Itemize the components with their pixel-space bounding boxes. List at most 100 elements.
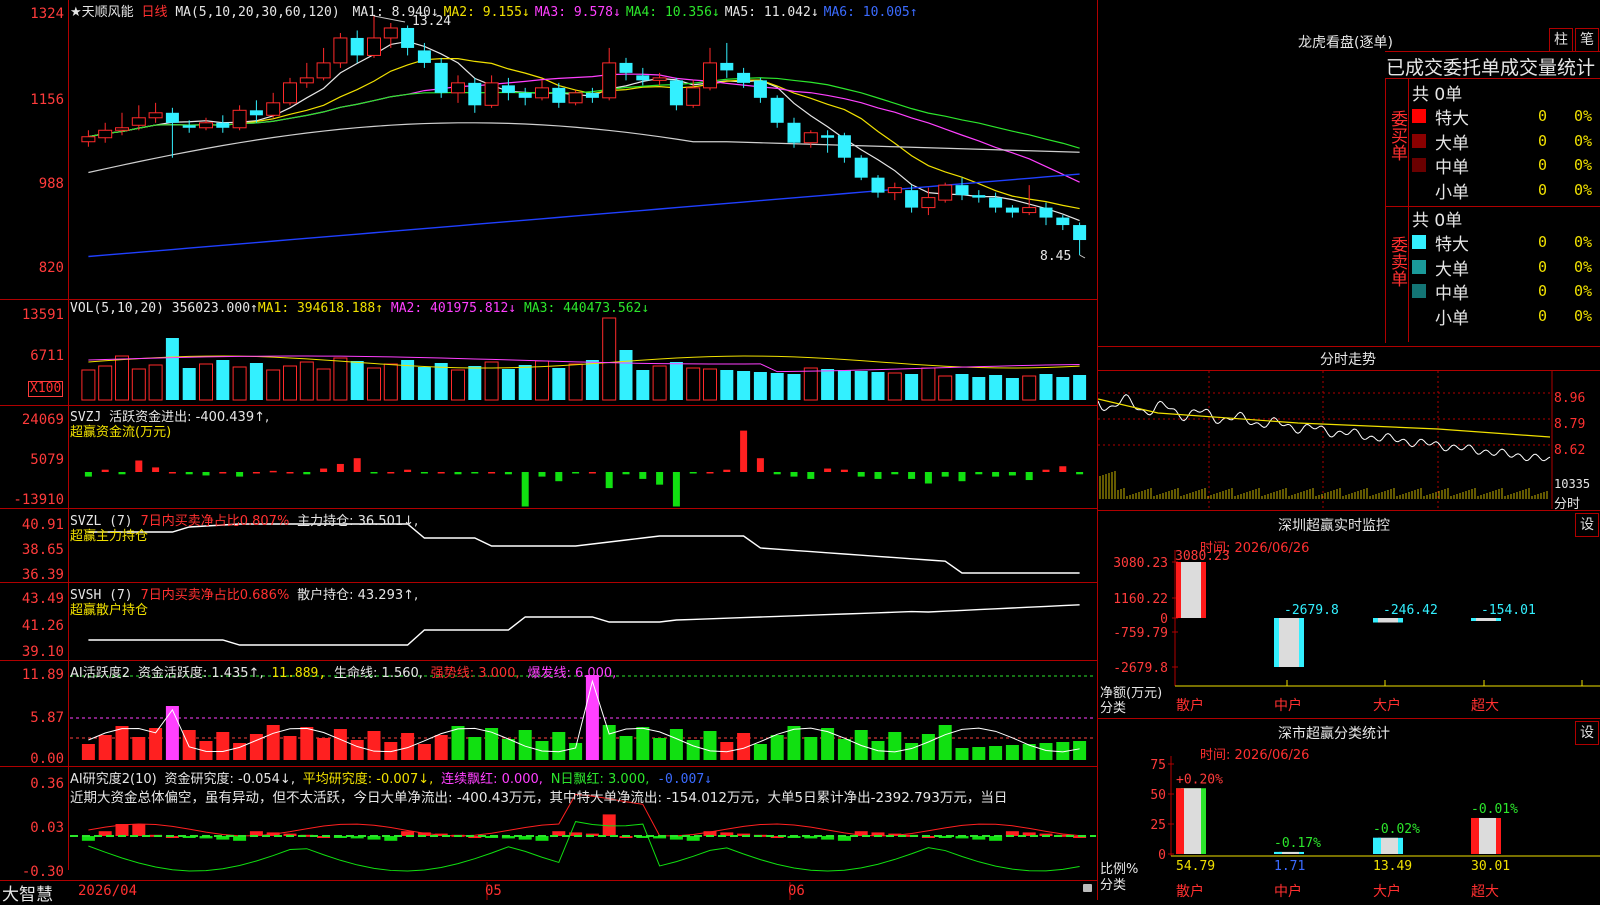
sz-axis-label: 0 (1160, 612, 1168, 627)
intraday-chart[interactable] (1098, 371, 1600, 509)
ai2-axis-label: 0.03 (30, 820, 64, 836)
candle (283, 77, 297, 106)
right-panel: 龙虎看盘(逐单) 柱 笔 已成交委托单成交量统计 委买单 委卖单 共 0单 共 … (1098, 0, 1600, 900)
main-chart-area[interactable]: 1324 1156 988 820 13.24 8.45 ★天顺风能 日线 MA… (0, 0, 1097, 905)
candle (887, 182, 902, 201)
volume-bar (652, 365, 667, 401)
cls-settings-button[interactable]: 设 (1575, 721, 1599, 745)
candle (484, 75, 499, 108)
volume-bar (81, 369, 96, 401)
activity-bar (972, 747, 986, 760)
activity-bar (569, 743, 583, 760)
ma-value-1: MA1: 8.940↓ (352, 5, 439, 20)
fund-flow-bar (1076, 472, 1084, 475)
cls-ratio-chart: 75 50 25 0 +0.20% 54.79 散户 -0.17% 1.71 中户 -0.02% 13… (1150, 756, 1600, 900)
tick-mode-button[interactable]: 笔 (1575, 28, 1599, 52)
order-row-pct: 0% (1574, 156, 1593, 174)
fund-flow-bar (538, 472, 546, 477)
volume-bar (434, 363, 448, 400)
candlestick-chart[interactable] (0, 0, 1097, 900)
candle (720, 42, 734, 78)
sz-top-rule (1098, 510, 1600, 511)
activity-bar (283, 736, 297, 760)
order-swatch (1412, 182, 1426, 197)
order-row-name: 特大 (1435, 235, 1469, 255)
activity-bar (115, 726, 129, 760)
activity-bar (165, 706, 179, 760)
fund-flow-bar (320, 468, 328, 472)
research-green-line (88, 821, 1080, 872)
date-label: 2026/04 (78, 883, 138, 899)
lhb-top-rule (1385, 51, 1600, 52)
fund-flow-bar (572, 472, 580, 474)
ai2-legend: AI研究度2(10) 资金研究度: -0.054↓, 平均研究度: -0.007… (70, 772, 712, 787)
candle (148, 102, 163, 123)
sz-monitor-title: 深圳超赢实时监控 (1278, 518, 1390, 534)
fund-flow-bar (152, 467, 160, 472)
cls-category-label: 超大 (1471, 884, 1499, 900)
period-label[interactable]: 日线 (141, 5, 167, 20)
fund-flow-bar (941, 472, 949, 477)
volume-bar (602, 317, 617, 401)
fund-flow-bar (488, 472, 496, 474)
stats-tabs[interactable]: 已成交委托单成交量统计 (1386, 53, 1600, 80)
sz-bar-label: -2679.8 (1284, 603, 1339, 618)
vol-unit-label: X100 (28, 381, 64, 397)
cls-value-label: 30.01 (1471, 859, 1510, 874)
volume-bar (720, 370, 734, 400)
volume-bar (669, 362, 683, 400)
activity-bar (804, 737, 818, 760)
cls-bar (1373, 837, 1403, 854)
activity-bar (669, 729, 683, 760)
volume-bar (1005, 378, 1019, 400)
order-row-name: 大单 (1435, 133, 1469, 154)
candle (350, 30, 364, 63)
price-legend: ★天顺风能 日线 MA(5,10,20,30,60,120) MA1: 8.94… (70, 1, 918, 20)
candle (989, 192, 1003, 213)
svzl-axis-label: 38.65 (21, 542, 64, 558)
stock-name[interactable]: ★天顺风能 (70, 5, 134, 20)
sz-axis-label: -759.79 (1113, 626, 1168, 641)
fund-flow-bar (168, 472, 176, 474)
activity-bar (938, 725, 952, 760)
fund-flow-bar (992, 472, 1000, 477)
ma-values: MA1: 8.940↓ MA2: 9.155↓ MA3: 9.578↓ MA4: 10… (348, 5, 918, 20)
fund-flow-bar (236, 472, 244, 477)
svzj-axis-label: -13910 (13, 492, 64, 508)
candle (938, 182, 953, 203)
activity-bar (300, 727, 314, 760)
vol-legend: VOL(5,10,20) 356023.000↑MA1: 394618.188↑… (70, 301, 650, 316)
sz-bar (1274, 618, 1304, 667)
cls-category-label: 中户 (1274, 883, 1302, 900)
fund-flow-bar (303, 472, 311, 475)
ma-value-2: MA2: 9.155↓ (443, 5, 530, 20)
svsh-axis-label: 41.26 (21, 618, 64, 634)
order-swatch (1412, 235, 1426, 249)
order-row-name: 小单 (1435, 182, 1469, 203)
sz-category-label: 散户 (1176, 697, 1204, 714)
ma120-line (88, 173, 1080, 258)
candle (1056, 215, 1070, 231)
volume-bar (787, 374, 801, 400)
sz-bar-label: -154.01 (1481, 603, 1536, 618)
volume-bar (316, 368, 331, 401)
volume-bar (199, 363, 213, 401)
sell-total: 共 0单 (1412, 211, 1463, 231)
candle (131, 105, 146, 131)
lock-icon (1083, 884, 1092, 892)
main-position-line (88, 523, 1080, 574)
sz-settings-button[interactable]: 设 (1575, 513, 1599, 537)
volume-bar (299, 361, 314, 401)
fund-flow-bar (588, 472, 596, 474)
bar-mode-button[interactable]: 柱 (1549, 28, 1573, 52)
price-axis-label: 820 (38, 260, 64, 276)
volume-bar (98, 365, 113, 401)
fund-flow-bar (622, 472, 630, 475)
volume-bar (955, 374, 969, 400)
candle (417, 42, 431, 68)
candle (1039, 202, 1053, 226)
low-price-marker: 8.45 (1040, 249, 1072, 264)
cls-change-label: -0.02% (1373, 822, 1420, 837)
candle (619, 57, 633, 81)
fund-flow-bar (437, 472, 445, 474)
